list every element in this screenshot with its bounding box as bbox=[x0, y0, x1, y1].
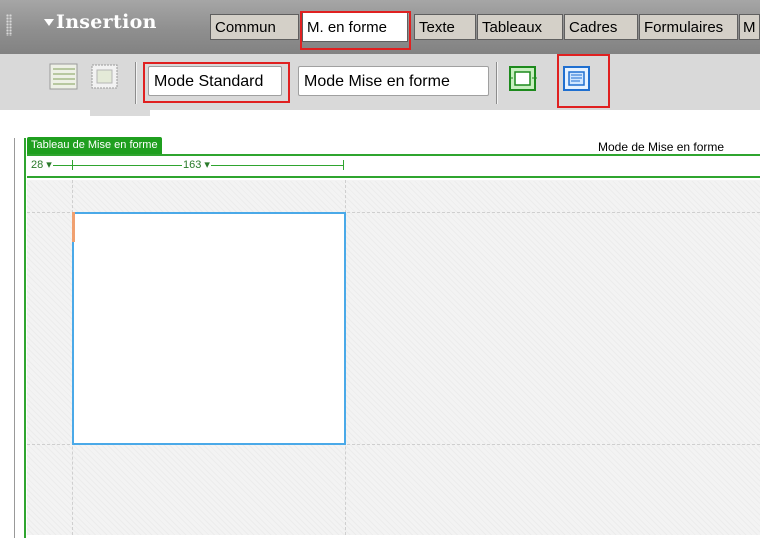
mode-mise-en-forme-button[interactable]: Mode Mise en forme bbox=[298, 66, 489, 96]
panel-title[interactable]: Insertion bbox=[56, 11, 157, 33]
toolbar-separator bbox=[135, 62, 136, 104]
tab-highlight-frame bbox=[300, 11, 411, 50]
layout-table-left-edge bbox=[24, 138, 26, 538]
panel-bottom-strip bbox=[0, 110, 760, 120]
document-left-border bbox=[14, 138, 15, 538]
tab-texte[interactable]: Texte bbox=[414, 14, 476, 40]
panel-grip-icon[interactable] bbox=[6, 14, 12, 36]
ruler-bottom-border bbox=[27, 176, 760, 178]
tab-formulaires[interactable]: Formulaires bbox=[639, 14, 738, 40]
tab-more[interactable]: M bbox=[739, 14, 760, 40]
layout-cell[interactable] bbox=[72, 212, 346, 445]
tab-cadres[interactable]: Cadres bbox=[564, 14, 638, 40]
layout-table-icon[interactable] bbox=[49, 62, 79, 92]
column-width-ruler: 28 ▾ 163 ▾ bbox=[27, 156, 760, 176]
panel-title-bar: Insertion Commun M. en forme Texte Table… bbox=[0, 0, 760, 54]
draw-cell-highlight-frame bbox=[557, 54, 610, 108]
cell-insertion-marker bbox=[72, 212, 75, 242]
document-window[interactable]: Tableau de Mise en forme Mode de Mise en… bbox=[0, 128, 760, 539]
mode-standard-highlight-frame bbox=[143, 62, 290, 103]
insert-button-bar: Mode Standard Mode Mise en forme bbox=[0, 54, 760, 111]
toolbar-separator bbox=[496, 62, 497, 104]
tab-tableaux[interactable]: Tableaux bbox=[477, 14, 563, 40]
layout-mode-label: Mode de Mise en forme bbox=[598, 140, 725, 154]
insert-panel: Insertion Commun M. en forme Texte Table… bbox=[0, 0, 760, 120]
layout-table-tab[interactable]: Tableau de Mise en forme bbox=[27, 137, 162, 154]
column-width-menu-1[interactable]: 28 ▾ bbox=[30, 158, 53, 171]
tab-commun[interactable]: Commun bbox=[210, 14, 299, 40]
layout-cell-icon[interactable] bbox=[90, 62, 120, 92]
layout-table-draw-icon[interactable] bbox=[508, 64, 538, 94]
ruler-tick bbox=[343, 160, 344, 170]
column-width-menu-2[interactable]: 163 ▾ bbox=[182, 158, 211, 171]
panel-shadow bbox=[90, 110, 150, 116]
panel-collapse-arrow-icon[interactable] bbox=[44, 19, 54, 26]
